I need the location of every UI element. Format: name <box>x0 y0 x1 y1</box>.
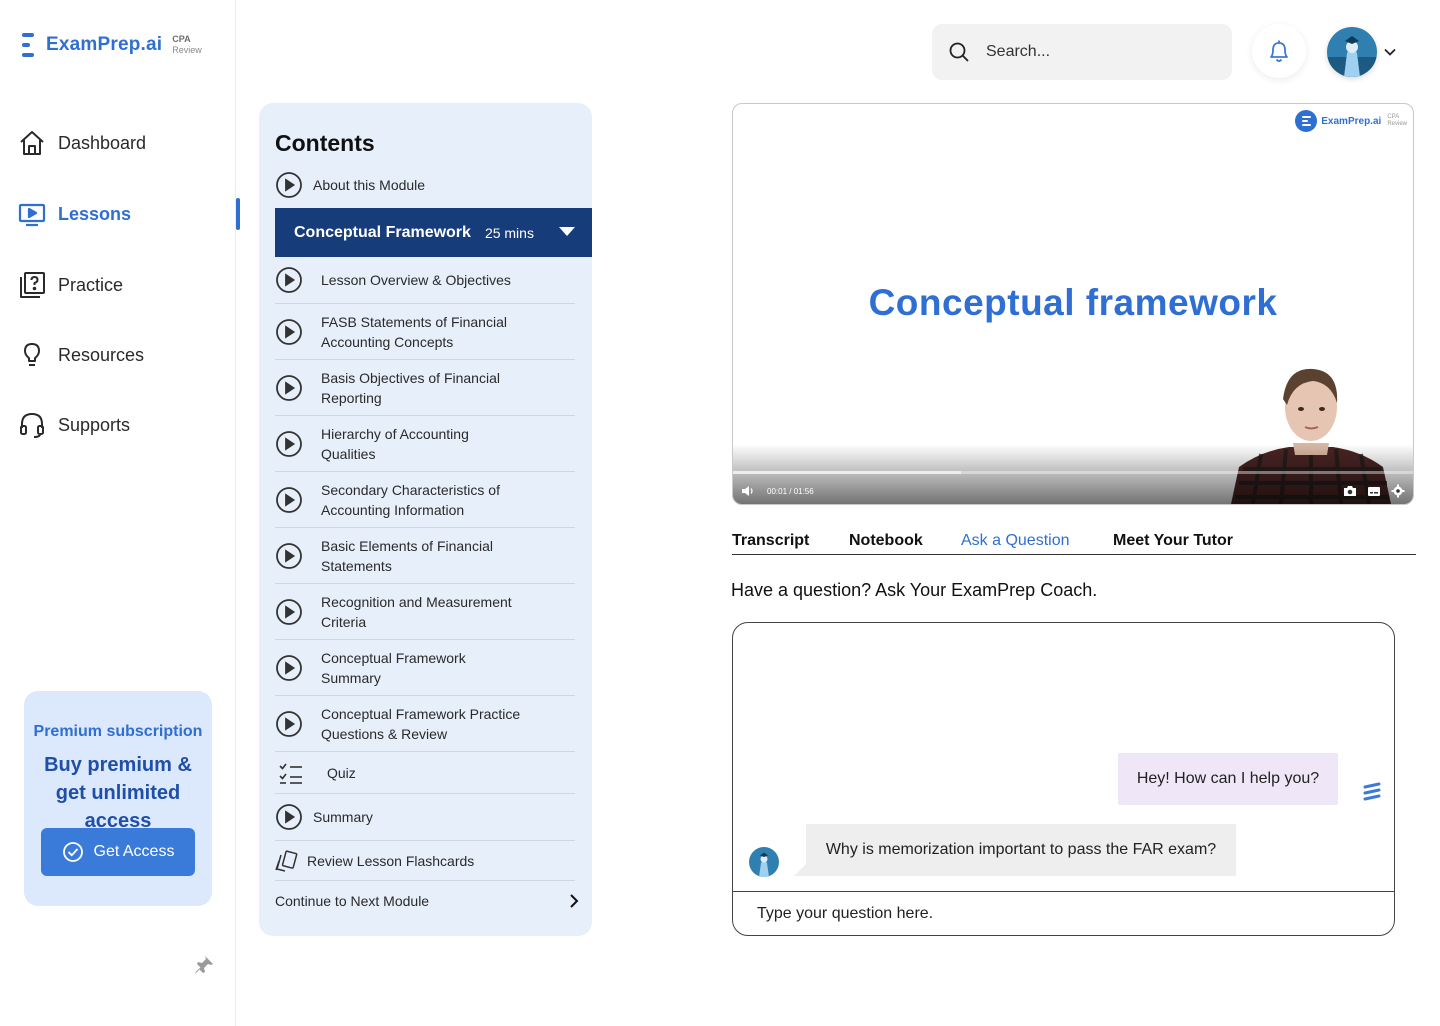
video-watermark-logo: ExamPrep.ai CPA Review <box>1295 110 1407 132</box>
nav-item-supports[interactable]: Supports <box>18 405 228 445</box>
lesson-item[interactable]: Recognition and Measurement Criteria <box>275 584 575 640</box>
bell-icon <box>1270 40 1288 62</box>
promo-kicker: Premium subscription <box>33 723 203 740</box>
play-circle-icon <box>276 267 302 293</box>
play-circle-icon <box>276 430 302 457</box>
video-time: 00:01 / 01:56 <box>767 486 814 496</box>
nav-item-dashboard[interactable]: Dashboard <box>18 123 228 163</box>
promo-title: Buy premium & get unlimited access <box>44 754 192 832</box>
tab-notebook[interactable]: Notebook <box>849 532 923 550</box>
tab-ask-a-question[interactable]: Ask a Question <box>961 532 1070 550</box>
play-circle-icon <box>276 654 302 681</box>
nav-item-lessons[interactable]: Lessons <box>18 194 228 234</box>
question-input[interactable] <box>757 892 1357 935</box>
checklist-icon <box>279 763 302 784</box>
contents-panel: Contents About this Module Conceptual Fr… <box>259 103 592 936</box>
lesson-item-quiz[interactable]: Quiz <box>275 752 575 794</box>
lesson-item-flashcards[interactable]: Review Lesson Flashcards <box>275 841 575 881</box>
video-progress-fill <box>733 471 961 474</box>
premium-promo-card: Premium subscription Buy premium & get u… <box>24 691 212 906</box>
brand-tag: CPA Review <box>172 34 202 55</box>
chat-box: Hey! How can I help you? Why is memoriza… <box>732 622 1395 936</box>
play-circle-icon <box>276 374 302 401</box>
coach-logo-icon <box>1363 782 1381 801</box>
nav-item-resources[interactable]: Resources <box>18 335 228 375</box>
contents-title: Contents <box>275 130 375 156</box>
video-controls-right <box>1333 484 1405 498</box>
camera-icon[interactable] <box>1343 484 1357 498</box>
continue-next-module-button[interactable]: Continue to Next Module <box>275 893 581 909</box>
sidebar: ExamPrep.ai CPA Review Dashboard Lessons… <box>0 0 240 1026</box>
play-circle-icon <box>276 804 302 830</box>
home-icon <box>20 131 44 155</box>
get-access-button[interactable]: Get Access <box>41 828 195 876</box>
lesson-tabs: Transcript Notebook Ask a Question Meet … <box>732 532 1416 555</box>
lesson-item[interactable]: Basic Elements of Financial Statements <box>275 528 575 584</box>
about-module-item[interactable]: About this Module <box>275 171 425 199</box>
flashcards-icon <box>275 849 298 872</box>
lesson-item[interactable]: Conceptual Framework Summary <box>275 640 575 696</box>
tab-meet-your-tutor[interactable]: Meet Your Tutor <box>1113 532 1233 550</box>
nav-item-practice[interactable]: Practice <box>18 265 228 305</box>
user-avatar[interactable] <box>1327 27 1377 77</box>
lightbulb-icon <box>24 343 40 366</box>
brand-name: ExamPrep.ai <box>46 34 163 55</box>
video-controls-left: 00:01 / 01:56 <box>741 484 814 498</box>
coach-message: Hey! How can I help you? <box>1118 753 1338 805</box>
notifications-button[interactable] <box>1252 24 1306 78</box>
chevron-right-icon <box>570 894 579 908</box>
play-circle-icon <box>276 542 302 569</box>
chat-input-area <box>733 891 1394 935</box>
search-input[interactable] <box>986 43 1206 61</box>
lesson-item[interactable]: Summary <box>275 794 575 841</box>
volume-icon[interactable] <box>741 484 755 498</box>
lesson-item[interactable]: FASB Statements of Financial Accounting … <box>275 304 575 360</box>
lesson-item[interactable]: Hierarchy of Accounting Qualities <box>275 416 575 472</box>
user-message: Why is memorization important to pass th… <box>794 824 1236 876</box>
settings-gear-icon[interactable] <box>1391 484 1405 498</box>
avatar-image <box>1327 27 1377 77</box>
lesson-item[interactable]: Basis Objectives of Financial Reporting <box>275 360 575 416</box>
lesson-item[interactable]: Conceptual Framework Practice Questions … <box>275 696 575 752</box>
search-bar[interactable] <box>932 24 1232 80</box>
headset-icon <box>20 413 44 438</box>
user-avatar-small <box>749 847 779 877</box>
pin-icon[interactable] <box>193 955 215 977</box>
search-icon <box>949 42 969 62</box>
play-circle-icon <box>276 318 302 345</box>
lesson-list: Lesson Overview & Objectives FASB Statem… <box>275 257 575 881</box>
brand-logo-icon <box>1295 110 1318 132</box>
play-circle-icon <box>276 486 302 513</box>
question-card-icon <box>20 272 45 298</box>
section-header-conceptual-framework[interactable]: Conceptual Framework 25 mins <box>275 208 592 257</box>
play-circle-icon <box>276 172 302 198</box>
chevron-down-icon[interactable] <box>1382 44 1398 60</box>
captions-icon[interactable] <box>1367 484 1381 498</box>
video-progress-bar[interactable] <box>733 471 1413 474</box>
nav-active-indicator <box>236 198 240 230</box>
video-slide-title: Conceptual framework <box>868 282 1278 323</box>
brand-logo-icon <box>22 32 36 58</box>
brand-logo[interactable]: ExamPrep.ai CPA Review <box>22 32 202 58</box>
caret-down-icon <box>559 227 575 236</box>
lesson-item[interactable]: Lesson Overview & Objectives <box>275 257 575 304</box>
video-player[interactable]: ExamPrep.ai CPA Review Conceptual framewo… <box>732 103 1414 505</box>
check-circle-icon <box>62 842 83 862</box>
play-circle-icon <box>276 710 302 737</box>
lesson-item[interactable]: Secondary Characteristics of Accounting … <box>275 472 575 528</box>
tab-transcript[interactable]: Transcript <box>732 532 809 550</box>
play-circle-icon <box>276 598 302 625</box>
monitor-play-icon <box>18 203 46 227</box>
ask-prompt: Have a question? Ask Your ExamPrep Coach… <box>731 580 1098 600</box>
